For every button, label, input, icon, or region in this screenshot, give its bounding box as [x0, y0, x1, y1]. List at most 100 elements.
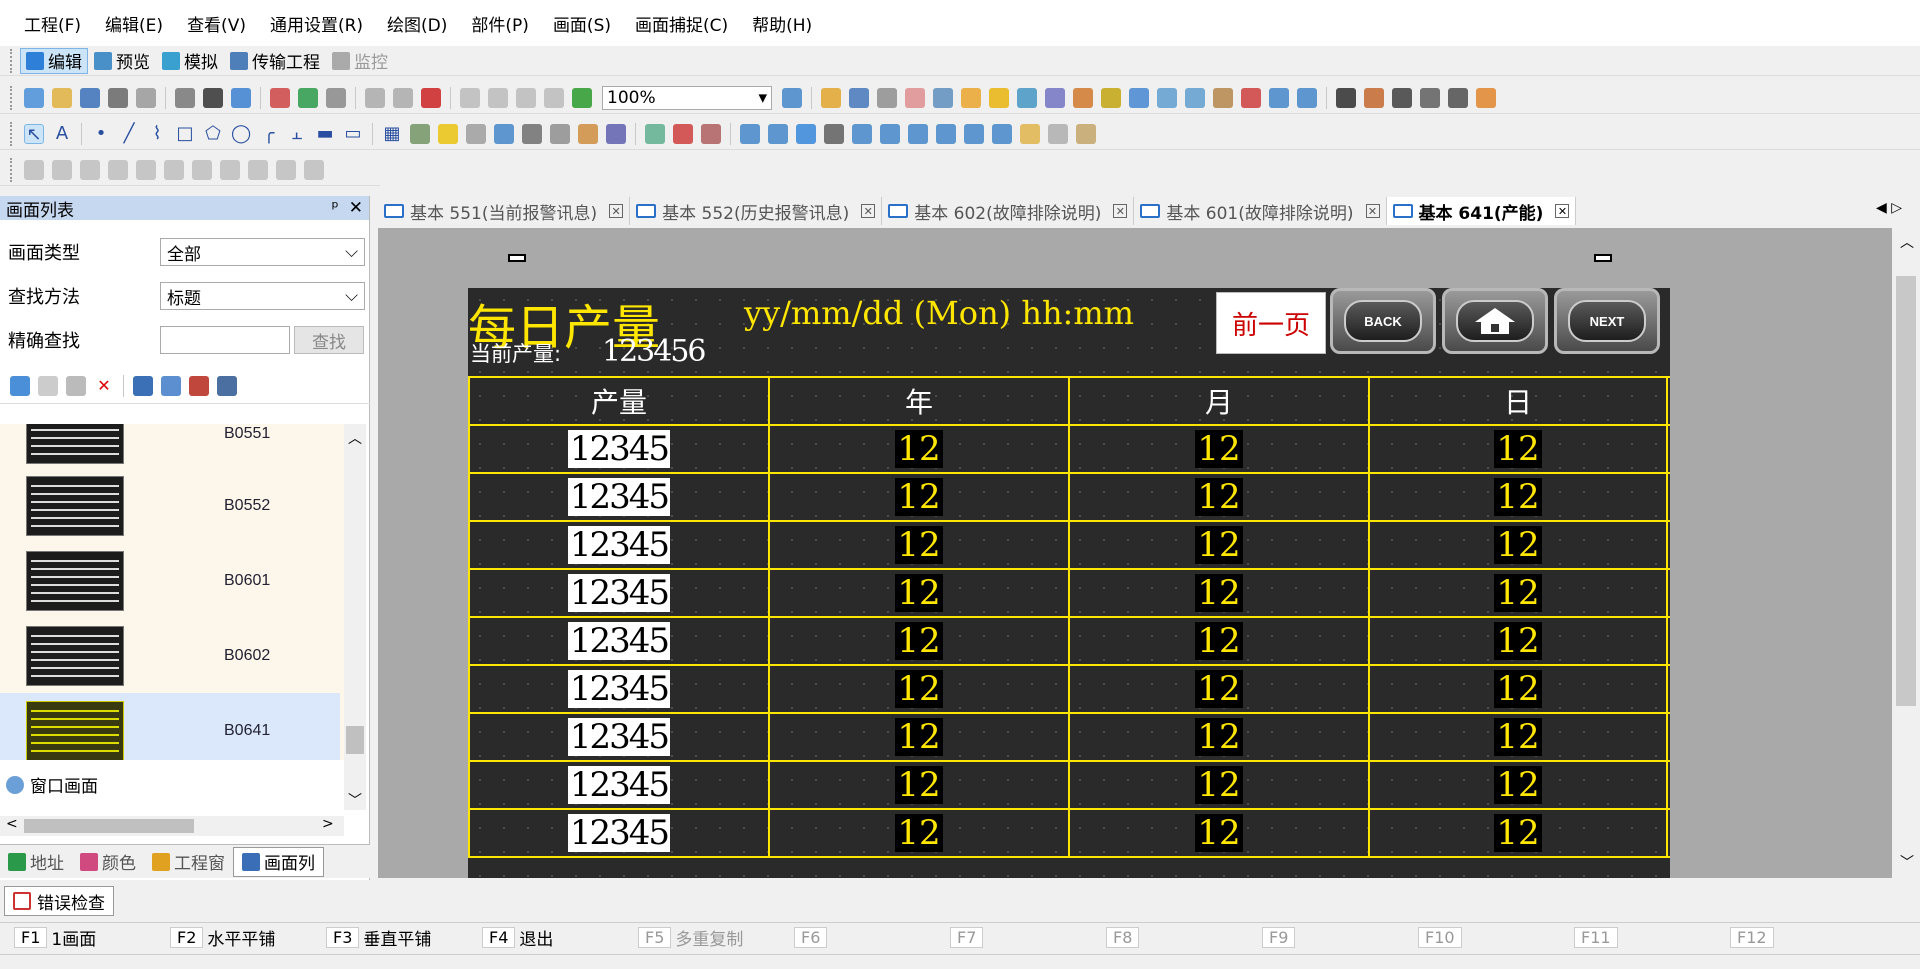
panel-tab-2[interactable]: 工程窗	[144, 847, 233, 877]
layout-tool-icon[interactable]	[24, 159, 44, 180]
editor-tab-1[interactable]: 基本 552(历史报警讯息) ✕	[630, 197, 883, 225]
draw-tool-icon[interactable]: ▦	[382, 123, 402, 144]
function-key-f11[interactable]: F11	[1574, 927, 1618, 948]
function-key-f3[interactable]: F3 垂直平铺	[326, 925, 431, 950]
std-tool-icon[interactable]	[326, 87, 346, 108]
draw-tool-icon[interactable]: •	[91, 123, 111, 144]
properties-icon[interactable]	[133, 375, 153, 396]
close-icon[interactable]: ✕	[349, 198, 363, 218]
copy-icon[interactable]	[38, 375, 58, 396]
std-tool-icon[interactable]	[1213, 87, 1233, 108]
std-tool-icon[interactable]	[136, 87, 156, 108]
std-tool-icon[interactable]	[231, 87, 251, 108]
close-tab-icon[interactable]: ✕	[1365, 204, 1380, 218]
toolbar-grip[interactable]	[10, 48, 14, 73]
draw-tool-icon[interactable]	[701, 123, 721, 144]
draw-tool-icon[interactable]: ◯	[231, 123, 251, 144]
draw-tool-icon[interactable]	[466, 123, 486, 144]
exact-search-input[interactable]	[160, 326, 290, 354]
draw-tool-icon[interactable]	[606, 123, 626, 144]
function-key-f2[interactable]: F2 水平平铺	[170, 925, 275, 950]
current-output-label[interactable]: 当前产量:	[470, 338, 561, 368]
screen-thumbnail[interactable]: B0551	[0, 424, 340, 471]
function-key-f12[interactable]: F12	[1730, 927, 1774, 948]
back-button[interactable]: BACK	[1330, 288, 1436, 354]
draw-tool-icon[interactable]: ⫠	[287, 123, 307, 144]
draw-tool-icon[interactable]: □	[175, 123, 195, 144]
std-tool-icon[interactable]	[175, 87, 195, 108]
toolbar-grip[interactable]	[10, 85, 14, 110]
import-icon[interactable]	[189, 375, 209, 396]
scroll-down-icon[interactable]: ﹀	[1900, 852, 1914, 872]
numeric-display-output[interactable]: 12345	[567, 670, 670, 708]
numeric-display-date[interactable]: 12	[1195, 430, 1243, 468]
std-tool-icon[interactable]	[1045, 87, 1065, 108]
toolbar-grip[interactable]	[10, 157, 14, 182]
draw-tool-icon[interactable]: ▬	[315, 123, 335, 144]
scroll-thumb[interactable]	[1896, 276, 1916, 706]
function-key-f8[interactable]: F8	[1106, 927, 1140, 948]
scroll-up-icon[interactable]: ︿	[1900, 232, 1914, 252]
std-tool-icon[interactable]	[821, 87, 841, 108]
close-tab-icon[interactable]: ✕	[609, 204, 624, 218]
draw-tool-icon[interactable]	[880, 123, 900, 144]
screen-type-select[interactable]: 全部 ⌵	[160, 238, 365, 266]
draw-tool-icon[interactable]: ╱	[119, 123, 139, 144]
std-tool-icon[interactable]	[961, 87, 981, 108]
draw-tool-icon[interactable]	[1020, 123, 1040, 144]
menu-item-2[interactable]: 查看(V)	[187, 11, 246, 36]
draw-tool-icon[interactable]	[410, 123, 430, 144]
std-tool-icon[interactable]	[933, 87, 953, 108]
numeric-display-date[interactable]: 12	[1195, 574, 1243, 612]
std-tool-icon[interactable]	[298, 87, 318, 108]
numeric-display-date[interactable]: 12	[895, 478, 943, 516]
function-key-f5[interactable]: F5 多重复制	[638, 925, 743, 950]
close-tab-icon[interactable]: ✕	[1555, 204, 1570, 218]
numeric-display-date[interactable]: 12	[1494, 622, 1542, 660]
mode-button-0[interactable]: 编辑	[20, 47, 88, 74]
std-tool-icon[interactable]	[24, 87, 44, 108]
numeric-display-output[interactable]: 12345	[567, 814, 670, 852]
zoom-select[interactable]: 100% ▾	[602, 85, 772, 110]
menu-item-5[interactable]: 部件(P)	[471, 11, 529, 36]
std-tool-icon[interactable]	[203, 87, 223, 108]
draw-tool-icon[interactable]: ▭	[343, 123, 363, 144]
pin-icon[interactable]: ᵖ	[331, 198, 338, 218]
draw-tool-icon[interactable]	[1076, 123, 1096, 144]
close-tab-icon[interactable]: ✕	[1113, 204, 1128, 218]
draw-tool-icon[interactable]	[645, 123, 665, 144]
numeric-display-output[interactable]: 12345	[567, 574, 670, 612]
std-tool-icon[interactable]	[108, 87, 128, 108]
draw-tool-icon[interactable]: ⌇	[147, 123, 167, 144]
search-method-select[interactable]: 标题 ⌵	[160, 282, 365, 310]
numeric-display-date[interactable]: 12	[1494, 574, 1542, 612]
draw-tool-icon[interactable]	[673, 123, 693, 144]
draw-tool-icon[interactable]	[852, 123, 872, 144]
numeric-display-date[interactable]: 12	[895, 814, 943, 852]
numeric-display-date[interactable]: 12	[1195, 526, 1243, 564]
tree-item-window-screens[interactable]: 窗口画面	[6, 772, 98, 797]
std-tool-icon[interactable]	[1017, 87, 1037, 108]
export-icon[interactable]	[217, 375, 237, 396]
editor-tab-4[interactable]: 基本 641(产能) ✕	[1386, 197, 1577, 225]
std-tool-icon[interactable]	[365, 87, 385, 108]
std-tool-icon[interactable]	[1241, 87, 1261, 108]
numeric-display-date[interactable]: 12	[1494, 766, 1542, 804]
menu-item-1[interactable]: 编辑(E)	[105, 11, 163, 36]
std-tool-icon[interactable]	[1336, 87, 1356, 108]
numeric-display-date[interactable]: 12	[1195, 670, 1243, 708]
mode-button-3[interactable]: 传输工程	[224, 48, 326, 74]
layout-tool-icon[interactable]	[52, 159, 72, 180]
numeric-display-date[interactable]: 12	[1195, 718, 1243, 756]
draw-tool-icon[interactable]	[550, 123, 570, 144]
error-check-button[interactable]: 错误检查	[4, 886, 114, 916]
mode-button-1[interactable]: 预览	[88, 48, 156, 74]
tab-scroll-icon[interactable]: ◀ ▷	[1876, 200, 1902, 216]
std-tool-icon[interactable]	[1157, 87, 1177, 108]
menu-item-7[interactable]: 画面捕捉(C)	[635, 11, 728, 36]
numeric-display-date[interactable]: 12	[1494, 430, 1542, 468]
std-tool-icon[interactable]	[1448, 87, 1468, 108]
scroll-up-icon[interactable]: ︿	[348, 428, 362, 448]
numeric-display-date[interactable]: 12	[895, 622, 943, 660]
draw-tool-icon[interactable]	[768, 123, 788, 144]
